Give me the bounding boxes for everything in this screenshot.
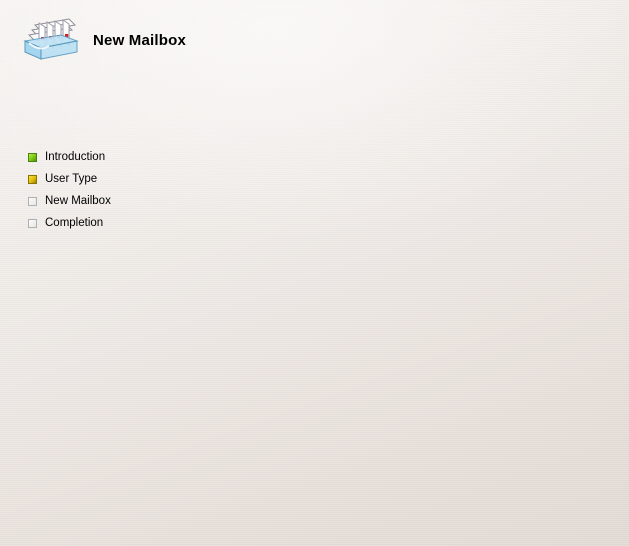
sidebar-item-label: User Type (45, 173, 98, 185)
wizard-step-list: Introduction User Type New Mailbox Compl… (0, 144, 163, 546)
sidebar-item-introduction[interactable]: Introduction (28, 149, 105, 165)
sidebar-item-completion[interactable]: Completion (28, 215, 103, 231)
sidebar-item-user-type[interactable]: User Type (28, 171, 97, 187)
mailbox-tray-icon (17, 13, 83, 65)
step-indicator-icon (28, 152, 37, 162)
sidebar-item-label: Completion (45, 217, 104, 229)
step-indicator-icon (28, 218, 37, 228)
sidebar-item-label: Introduction (45, 151, 106, 163)
step-indicator-icon (28, 174, 37, 184)
step-indicator-icon (28, 196, 37, 206)
sidebar-item-label: New Mailbox (45, 195, 111, 207)
wizard-window: New Mailbox Introduction User Type New M… (0, 0, 629, 546)
sidebar-item-new-mailbox[interactable]: New Mailbox (28, 193, 111, 209)
page-title: New Mailbox (93, 32, 187, 49)
wizard-header: New Mailbox (0, 0, 629, 68)
